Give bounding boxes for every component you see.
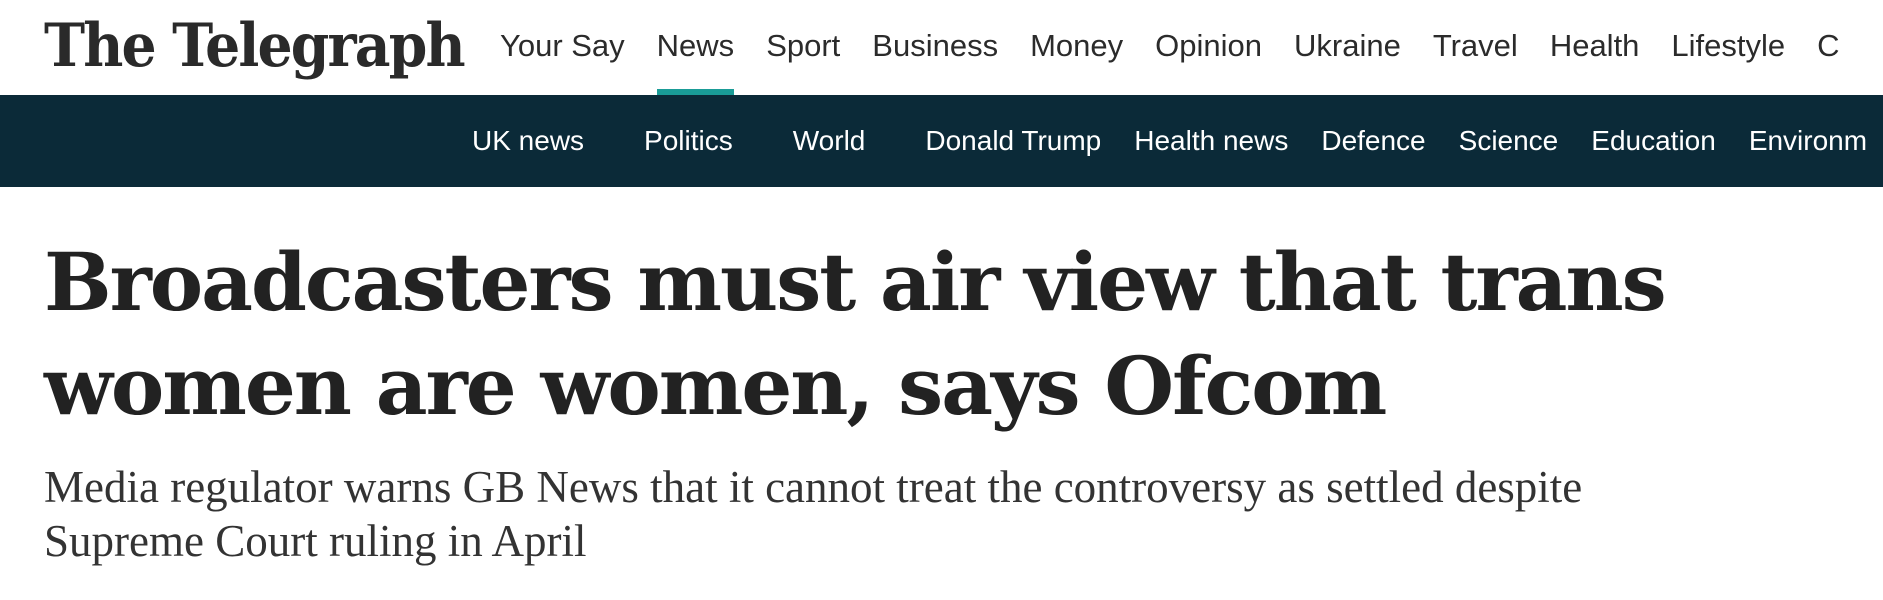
- nav-item-travel[interactable]: Travel: [1433, 0, 1518, 95]
- sub-nav-education[interactable]: Education: [1591, 125, 1716, 157]
- nav-item-your-say[interactable]: Your Say: [500, 0, 625, 95]
- nav-item-money[interactable]: Money: [1030, 0, 1123, 95]
- sub-nav-health-news[interactable]: Health news: [1134, 125, 1288, 157]
- top-bar: The Telegraph Your Say News Sport Busine…: [0, 0, 1883, 95]
- secondary-nav: UK news Politics World Donald Trump Heal…: [472, 95, 1883, 187]
- page: The Telegraph Your Say News Sport Busine…: [0, 0, 1883, 600]
- nav-item-news[interactable]: News: [656, 0, 734, 95]
- primary-nav: Your Say News Sport Business Money Opini…: [500, 0, 1872, 95]
- nav-item-truncated[interactable]: C: [1817, 0, 1839, 95]
- headline: Broadcasters must air view that trans wo…: [44, 230, 1844, 438]
- sub-nav-world[interactable]: World: [793, 125, 866, 157]
- headline-line-1: Broadcasters must air view that trans: [44, 235, 1667, 329]
- sub-nav-donald-trump[interactable]: Donald Trump: [925, 125, 1101, 157]
- standfirst-line-2: Supreme Court ruling in April: [44, 516, 587, 566]
- headline-line-2: women are women, says Ofcom: [44, 339, 1387, 433]
- nav-item-health[interactable]: Health: [1550, 0, 1640, 95]
- nav-item-lifestyle[interactable]: Lifestyle: [1671, 0, 1785, 95]
- nav-item-sport[interactable]: Sport: [766, 0, 840, 95]
- standfirst-line-1: Media regulator warns GB News that it ca…: [44, 462, 1583, 512]
- sub-nav-science[interactable]: Science: [1459, 125, 1559, 157]
- article-header: Broadcasters must air view that trans wo…: [44, 230, 1844, 568]
- nav-item-ukraine[interactable]: Ukraine: [1294, 0, 1401, 95]
- standfirst: Media regulator warns GB News that it ca…: [44, 460, 1844, 568]
- nav-item-business[interactable]: Business: [872, 0, 998, 95]
- nav-item-opinion[interactable]: Opinion: [1155, 0, 1262, 95]
- sub-nav-defence[interactable]: Defence: [1321, 125, 1425, 157]
- telegraph-logo[interactable]: The Telegraph: [44, 4, 466, 88]
- sub-nav-uk-news[interactable]: UK news: [472, 125, 584, 157]
- sub-nav-environment-truncated[interactable]: Environm: [1749, 125, 1867, 157]
- sub-nav-politics[interactable]: Politics: [644, 125, 733, 157]
- secondary-bar: UK news Politics World Donald Trump Heal…: [0, 95, 1883, 187]
